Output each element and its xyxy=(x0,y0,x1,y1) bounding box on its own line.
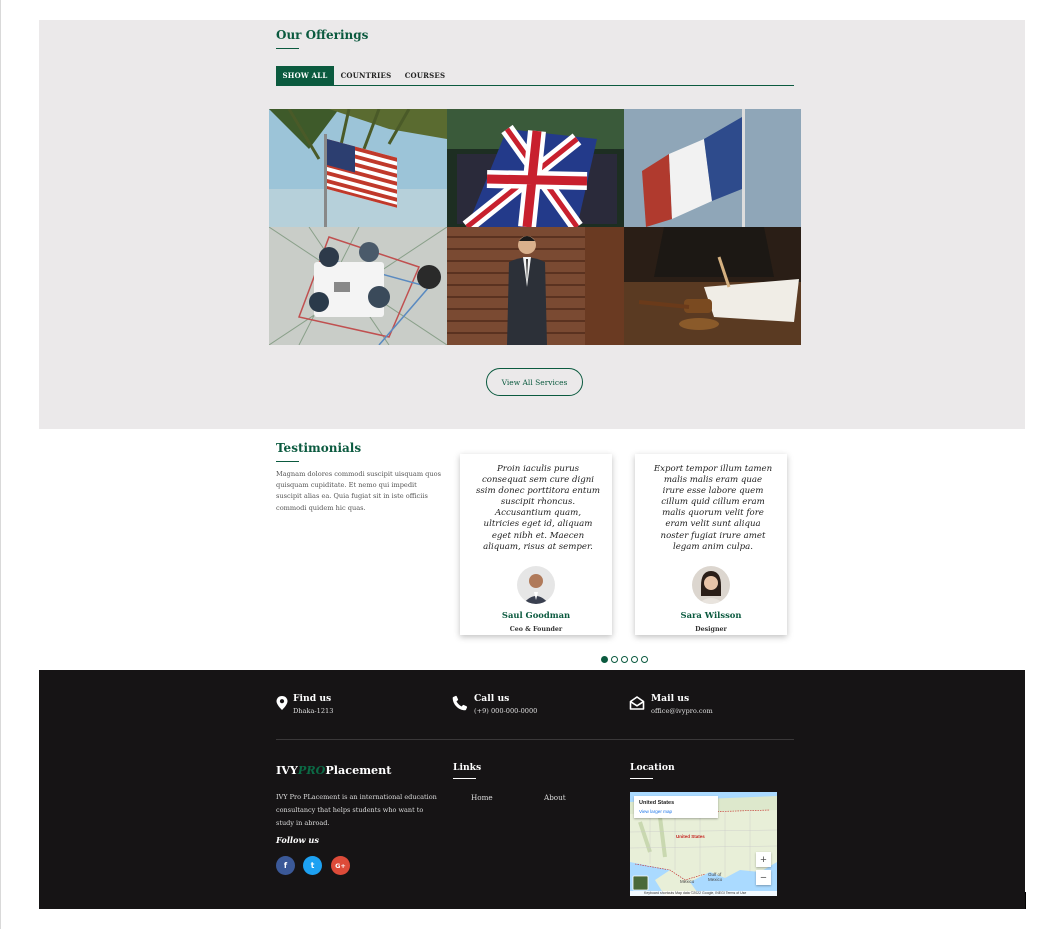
france-flag-image[interactable] xyxy=(624,109,801,227)
avatar xyxy=(692,566,730,604)
testimonials-title: Testimonials xyxy=(276,441,362,455)
avatar xyxy=(517,566,555,604)
quote-line: malis quorum velit fore xyxy=(662,508,764,519)
map-info-card: United States View larger map xyxy=(634,796,718,818)
map-zoom-in-button[interactable]: + xyxy=(756,852,771,867)
quote-line: noster fugiat irure amet xyxy=(660,530,766,541)
uk-flag-image[interactable] xyxy=(447,109,624,227)
carousel-dot[interactable] xyxy=(611,656,618,663)
offerings-tabs: SHOW ALL COUNTRIES COURSES xyxy=(276,66,794,86)
links-title-underline xyxy=(453,778,476,779)
quote-line: Accusantium quam, xyxy=(494,508,582,519)
testimonial-role: Ceo & Founder xyxy=(509,626,563,633)
map-mexico-label: Mexico xyxy=(680,879,695,884)
quote-line: ultricies eget id, aliquam xyxy=(483,519,593,530)
carousel-dot[interactable] xyxy=(641,656,648,663)
contact-title: Mail us xyxy=(651,693,690,704)
contact-value: (+9) 000-000-0000 xyxy=(474,707,538,715)
testimonials-intro: Magnam dolores commodi suscipit uisquam … xyxy=(276,470,441,512)
tab-show-all[interactable]: SHOW ALL xyxy=(276,66,334,85)
facebook-icon[interactable]: f xyxy=(276,856,295,875)
testimonial-name: Sara Wilsson xyxy=(680,610,742,620)
carousel-dots xyxy=(601,656,648,663)
offerings-title-underline xyxy=(276,48,299,49)
brand-text-accent: PRO xyxy=(297,763,326,777)
twitter-icon[interactable]: t xyxy=(303,856,322,875)
location-title-underline xyxy=(630,778,653,779)
quote-line: aliquam, risus at semper. xyxy=(483,541,593,552)
footer-divider xyxy=(276,739,794,740)
brand-text: Placement xyxy=(325,763,392,777)
map-gulf-label: Gulf of Mexico xyxy=(708,872,723,882)
quote-line: cillum quid cillum eram xyxy=(661,497,765,508)
contact-value[interactable]: office@ivypro.com xyxy=(651,707,713,715)
quote-line: Proin iaculis purus xyxy=(496,464,580,474)
phone-icon xyxy=(452,695,468,711)
offerings-section: Our Offerings SHOW ALL COUNTRIES COURSES xyxy=(39,20,1025,429)
law-gavel-image[interactable] xyxy=(624,227,801,345)
footer-link-about[interactable]: About xyxy=(544,793,566,802)
testimonial-name: Saul Goodman xyxy=(501,610,571,620)
brand-text: IVY xyxy=(276,763,298,777)
quote-line: ssim donec porttitora entum xyxy=(475,486,601,497)
page-edge-mark xyxy=(1025,892,1026,909)
quote-line: irure esse labore quem xyxy=(662,486,764,497)
footer-brand-logo[interactable]: IVYPROPlacement xyxy=(276,763,391,777)
links-title: Links xyxy=(453,762,482,773)
carousel-dot[interactable] xyxy=(621,656,628,663)
contact-title: Call us xyxy=(474,693,510,704)
quote-line: malis malis eram quae xyxy=(663,475,763,486)
view-all-services-button[interactable]: View All Services xyxy=(486,368,583,396)
page-left-border xyxy=(0,0,1,929)
google-plus-icon[interactable]: G+ xyxy=(331,856,350,875)
quote-line: Export tempor illum tamen xyxy=(653,464,773,474)
view-larger-map-link[interactable]: View larger map xyxy=(639,809,672,814)
testimonial-card: Proin iaculis purus consequat sem cure d… xyxy=(460,454,612,635)
quote-line: eram velit sunt aliqua xyxy=(665,519,761,530)
offerings-title: Our Offerings xyxy=(276,28,369,42)
location-title: Location xyxy=(630,762,675,773)
testimonial-card: Export tempor illum tamen malis malis er… xyxy=(635,454,787,635)
testimonials-title-underline xyxy=(276,461,299,462)
quote-line: eget nibh et. Maecen xyxy=(491,530,585,541)
footer-about-text: IVY Pro PLacement is an international ed… xyxy=(276,793,437,827)
quote-line: legam anim culpa. xyxy=(672,541,754,552)
map-place-title: United States xyxy=(639,800,675,806)
businessman-image[interactable] xyxy=(447,227,624,345)
map-pin-icon xyxy=(274,695,290,711)
quote-line: consequat sem cure digni xyxy=(481,475,595,486)
tab-courses[interactable]: COURSES xyxy=(402,66,448,85)
offerings-gallery xyxy=(269,109,801,345)
envelope-open-icon xyxy=(629,695,645,711)
map-attribution: Keyboard shortcuts Map data ©2022 Google… xyxy=(630,891,777,896)
usa-flag-image[interactable] xyxy=(269,109,447,227)
contact-value: Dhaka-1213 xyxy=(293,707,334,715)
carousel-dot[interactable] xyxy=(631,656,638,663)
carousel-dot[interactable] xyxy=(601,656,608,663)
follow-us-label: Follow us xyxy=(276,835,319,845)
map-country-label: United States xyxy=(676,834,705,839)
testimonial-role: Designer xyxy=(695,626,727,633)
map-zoom-out-button[interactable]: − xyxy=(756,870,771,885)
tab-countries[interactable]: COUNTRIES xyxy=(340,66,392,85)
contact-title: Find us xyxy=(293,693,332,704)
quote-line: suscipit rhoncus. xyxy=(500,497,576,508)
testimonial-quote: Export tempor illum tamen malis malis er… xyxy=(645,464,781,553)
testimonial-quote: Proin iaculis purus consequat sem cure d… xyxy=(470,464,606,553)
footer-link-home[interactable]: Home xyxy=(471,793,493,802)
location-map[interactable]: United States View larger map United Sta… xyxy=(630,792,777,896)
site-footer: Find us Dhaka-1213 Call us (+9) 000-000-… xyxy=(39,670,1025,909)
team-meeting-image[interactable] xyxy=(269,227,447,345)
